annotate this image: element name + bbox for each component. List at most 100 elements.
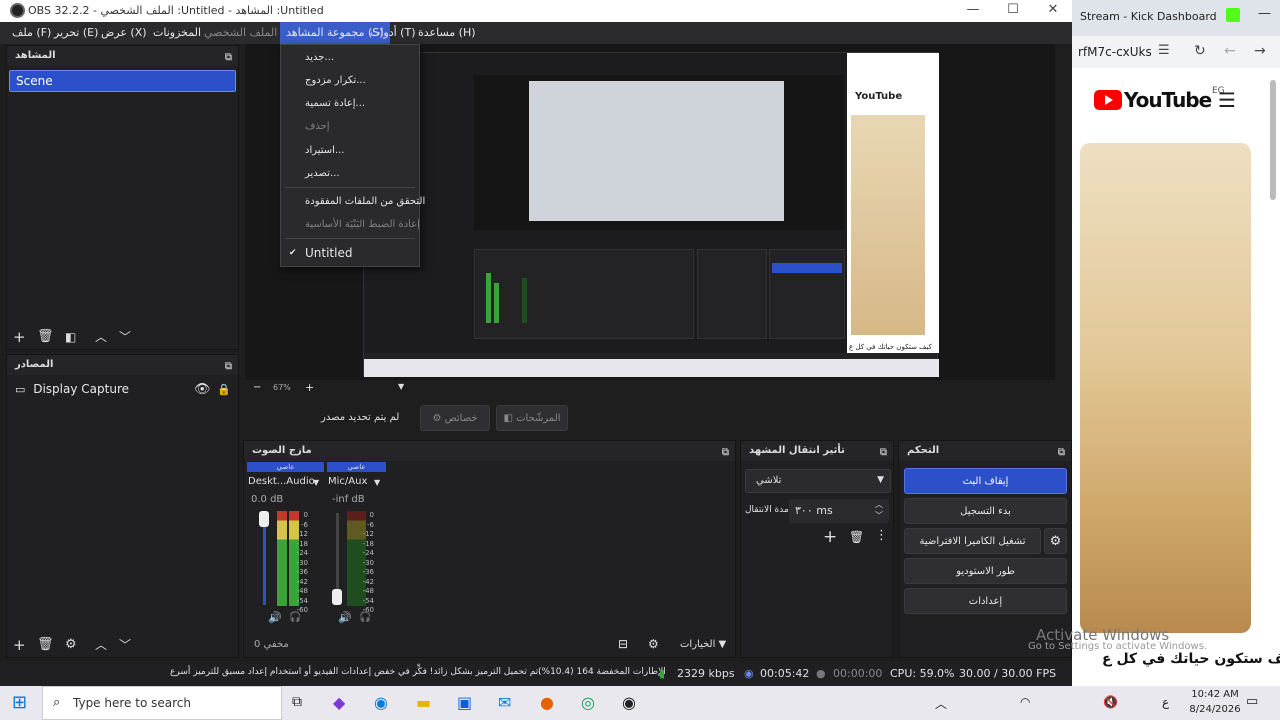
volume-muted-icon[interactable]: 🔇 bbox=[1103, 695, 1118, 709]
undock-icon[interactable]: ⧉ bbox=[880, 443, 887, 463]
volume-slider-handle[interactable] bbox=[332, 589, 342, 605]
minimize-button[interactable]: — bbox=[953, 0, 993, 22]
move-down-icon[interactable]: ﹀ bbox=[119, 329, 131, 345]
studio-mode-button[interactable]: طور الاستوديو bbox=[904, 558, 1067, 584]
meter-tick-label: -24 bbox=[296, 549, 308, 557]
zoom-dropdown-icon[interactable]: ▼ bbox=[398, 382, 404, 391]
transition-select[interactable]: تلاشي ▼ bbox=[745, 469, 891, 493]
search-box[interactable]: ⌕ Type here to search bbox=[42, 686, 282, 720]
edge-icon[interactable]: ◉ bbox=[374, 693, 388, 712]
windows-start-icon[interactable]: ⊞ bbox=[12, 692, 27, 713]
close-button[interactable]: ✕ bbox=[1033, 0, 1073, 22]
menu-item-current-collection[interactable]: ✔ Untitled bbox=[281, 242, 419, 264]
scrollbar[interactable] bbox=[1270, 80, 1276, 200]
language-indicator[interactable]: ع bbox=[1162, 695, 1169, 709]
undock-icon[interactable]: ⧉ bbox=[722, 443, 729, 463]
menu-item-check-missing[interactable]: التحقق من الملفات المفقودة bbox=[281, 191, 425, 213]
duration-spinbox[interactable]: ٣٠٠ ms ︿ ﹀ bbox=[789, 499, 889, 523]
stop-streaming-button[interactable]: إيقاف البث bbox=[904, 468, 1067, 494]
notification-icon[interactable]: ▭ bbox=[1246, 694, 1258, 709]
headphones-icon[interactable]: 🎧 bbox=[359, 612, 371, 623]
menu-item-reset[interactable]: إعادة الضبط البَنْيَة الأساسية bbox=[281, 214, 420, 236]
speaker-icon[interactable]: 🔊 bbox=[338, 611, 352, 624]
zoom-in-icon[interactable]: + bbox=[305, 381, 314, 394]
tray-chevron-icon[interactable]: ︿ bbox=[935, 695, 947, 712]
more-options-icon[interactable]: ⋮ bbox=[875, 528, 888, 543]
virtual-camera-settings-icon[interactable]: ⚙ bbox=[1044, 528, 1067, 554]
filters-button[interactable]: ◧ المرشّحات bbox=[496, 405, 568, 431]
mixer-layout-icon[interactable]: ⊟ bbox=[618, 637, 628, 651]
move-up-icon[interactable]: ︿ bbox=[95, 329, 107, 345]
minimize-icon[interactable]: — bbox=[1258, 6, 1271, 21]
clock-time[interactable]: 10:42 AM bbox=[1185, 689, 1245, 700]
menu-item-remove[interactable]: إحذف bbox=[281, 116, 419, 138]
move-down-icon[interactable]: ﹀ bbox=[119, 637, 131, 653]
zoom-out-icon[interactable]: − bbox=[253, 382, 261, 393]
video-thumbnail[interactable] bbox=[1080, 143, 1251, 633]
store-icon[interactable]: ▣ bbox=[457, 693, 472, 712]
forward-icon[interactable]: → bbox=[1254, 43, 1266, 59]
menu-item-rename[interactable]: إعادة تسمية... bbox=[281, 93, 419, 115]
chevron-down-icon[interactable]: ▼ bbox=[313, 478, 319, 487]
options-dropdown[interactable]: الخيارات ▼ bbox=[680, 639, 726, 650]
menu-item-import[interactable]: استيراد... bbox=[281, 140, 419, 162]
menu-help[interactable]: مساعدة (H) bbox=[412, 22, 482, 44]
encoder-warning: تم تحميل الترميز بشكل زائد! فكِّر في خفض… bbox=[170, 667, 542, 677]
add-transition-icon[interactable]: + bbox=[823, 527, 837, 547]
remove-source-icon[interactable]: 🗑 bbox=[37, 637, 54, 653]
spin-up-icon[interactable]: ︿ bbox=[875, 499, 883, 510]
clock-date[interactable]: 8/24/2026 bbox=[1185, 704, 1245, 715]
add-source-icon[interactable]: + bbox=[13, 637, 26, 653]
menu-item-export[interactable]: تصدير... bbox=[281, 163, 419, 185]
undock-icon[interactable]: ⧉ bbox=[225, 357, 232, 377]
duration-label: مدة الانتقال bbox=[745, 505, 789, 515]
remove-scene-icon[interactable]: 🗑 bbox=[37, 329, 54, 345]
meter-tick-label: -54 bbox=[296, 596, 308, 605]
tune-icon[interactable]: ☰ bbox=[1158, 43, 1170, 58]
task-view-icon[interactable]: ⧉ bbox=[292, 694, 302, 710]
start-virtual-camera-button[interactable]: تشغيل الكاميرا الافتراضية bbox=[904, 528, 1041, 554]
move-up-icon[interactable]: ︿ bbox=[95, 637, 107, 653]
chevron-down-icon[interactable]: ▼ bbox=[374, 478, 380, 487]
undock-icon[interactable]: ⧉ bbox=[225, 48, 232, 68]
visibility-eye-icon[interactable]: 👁 bbox=[194, 382, 211, 398]
source-settings-icon[interactable]: ⚙ bbox=[65, 637, 77, 653]
obs-logo-icon bbox=[10, 3, 25, 18]
obs-taskbar-icon[interactable]: ◉ bbox=[622, 693, 636, 712]
menu-view[interactable]: عرض (X) bbox=[95, 22, 153, 44]
reload-icon[interactable]: ↻ bbox=[1194, 43, 1206, 59]
spin-down-icon[interactable]: ﹀ bbox=[875, 510, 883, 521]
scene-filters-icon[interactable]: ◧ bbox=[65, 329, 76, 345]
firefox-icon[interactable]: ● bbox=[540, 693, 554, 712]
add-scene-icon[interactable]: + bbox=[13, 329, 26, 345]
menu-item-duplicate[interactable]: تكرار مزدوج... bbox=[281, 70, 419, 92]
source-item[interactable]: ▭ Display Capture bbox=[15, 382, 129, 396]
settings-button[interactable]: إعدادات bbox=[904, 588, 1067, 614]
back-icon[interactable]: ← bbox=[1224, 43, 1236, 59]
audio-mixer-title: مازج الصوت bbox=[252, 445, 312, 456]
start-recording-button[interactable]: بدء التسجيل bbox=[904, 498, 1067, 524]
menu-item-new[interactable]: جديد... bbox=[281, 47, 419, 69]
video-title[interactable]: كيف ستكون حياتك في كل ع bbox=[1102, 651, 1280, 667]
outlook-icon[interactable]: ✉ bbox=[498, 693, 511, 712]
nested-youtube-logo: YouTube bbox=[855, 91, 903, 102]
file-explorer-icon[interactable]: ▬ bbox=[416, 693, 431, 712]
wifi-icon[interactable]: ◠ bbox=[1020, 695, 1030, 709]
remove-transition-icon[interactable]: 🗑 bbox=[849, 530, 864, 544]
properties-button[interactable]: ⚙ خصائص bbox=[420, 405, 490, 431]
copilot-icon[interactable]: ◆ bbox=[333, 693, 345, 712]
speaker-icon[interactable]: 🔊 bbox=[268, 611, 282, 624]
volume-slider-handle[interactable] bbox=[259, 511, 269, 527]
undock-icon[interactable]: ⧉ bbox=[1058, 443, 1065, 463]
options-label: الخيارات bbox=[680, 639, 716, 650]
maximize-button[interactable]: ☐ bbox=[993, 0, 1033, 22]
youtube-logo-text[interactable]: YouTube bbox=[1124, 88, 1212, 112]
scene-item[interactable]: Scene bbox=[9, 70, 236, 92]
headphones-icon[interactable]: 🎧 bbox=[289, 612, 301, 623]
chrome-icon[interactable]: ◎ bbox=[581, 693, 595, 712]
hamburger-menu-icon[interactable]: ☰ bbox=[1218, 88, 1236, 112]
mixer-settings-icon[interactable]: ⚙ bbox=[648, 637, 659, 651]
address-bar[interactable]: rfM7c-cxUks bbox=[1078, 45, 1152, 59]
lock-icon[interactable]: 🔒 bbox=[217, 382, 231, 398]
browser-tab-title[interactable]: Stream - Kick Dashboard bbox=[1080, 10, 1217, 23]
